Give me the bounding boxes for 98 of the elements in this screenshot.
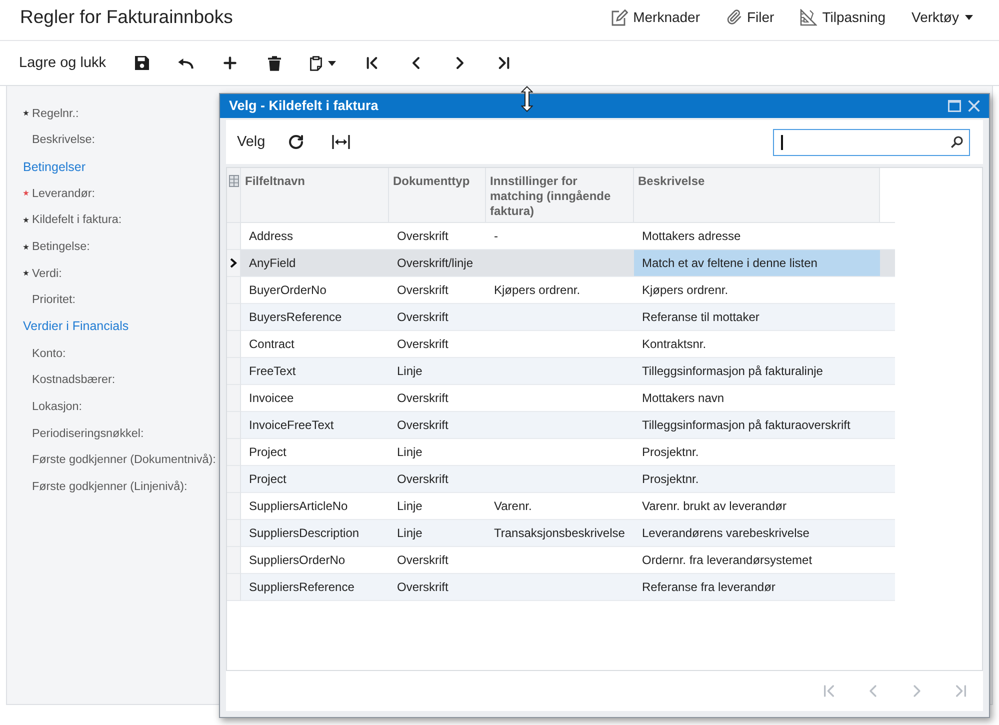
fit-width-icon: [332, 135, 350, 149]
table-cell-text: Mottakers navn: [641, 390, 726, 407]
table-cell-text: Prosjektnr.: [641, 444, 700, 461]
table-cell-text: SuppliersArticleNo: [248, 498, 349, 515]
table-cell-text: Tilleggsinformasjon på fakturalinje: [641, 363, 824, 380]
save-and-close-button[interactable]: Lagre og lukk: [19, 53, 106, 73]
table-cell-text: Overskrift: [396, 228, 450, 245]
section-header[interactable]: Betingelser: [23, 158, 86, 175]
field-label: Periodiseringsnøkkel:: [32, 426, 144, 440]
table-cell-text: Overskrift: [396, 417, 450, 434]
maximize-button[interactable]: [948, 100, 961, 112]
paperclip-icon: [726, 9, 742, 25]
table-cell-text: Project: [248, 471, 288, 488]
column-header[interactable]: Dokumenttyp: [389, 168, 486, 222]
table-cell-text: Varenr.: [493, 498, 533, 515]
table-cell-text: SuppliersDescription: [248, 525, 360, 542]
table-cell-text: Overskrift: [396, 579, 450, 596]
table-row[interactable]: AnyField Overskrift/linje Match et av feltene i denne listen: [241, 250, 895, 277]
table-cell-text: Ordernr. fra leverandørsystemet: [641, 552, 814, 569]
undo-arrow-icon: [178, 58, 194, 68]
table-cell-text: Referanse til mottaker: [641, 309, 760, 326]
plus-icon: [221, 54, 240, 72]
column-header[interactable]: Beskrivelse: [634, 168, 880, 222]
clipboard-icon: [310, 56, 322, 70]
grid-icon: [228, 175, 238, 187]
table-row[interactable]: SuppliersReference Overskrift Referanse fra leverandør: [241, 574, 895, 601]
field-label: Første godkjenner (Dokumentnivå):: [32, 452, 216, 468]
table-cell-text: Kontraktsnr.: [641, 336, 708, 353]
table-cell-text: Tilleggsinformasjon på fakturaoverskrift: [641, 417, 852, 434]
field-label: Prioritet:: [32, 292, 76, 308]
table-cell-text: Overskrift: [396, 390, 450, 407]
field-label: Lokasjon:: [32, 398, 82, 414]
customize-button[interactable]: Tilpasning: [800, 8, 886, 26]
field-label: Konto:: [32, 346, 66, 361]
field-label: Betingelse:: [32, 239, 90, 254]
refresh-icon: [288, 134, 304, 150]
table-cell-text: -: [493, 228, 499, 245]
table-cell: Match et av feltene i denne listen: [634, 250, 880, 276]
files-button[interactable]: Filer: [726, 8, 774, 26]
table-cell-text: Varenr. brukt av leverandør: [641, 498, 788, 515]
table-cell-text: Overskrift: [396, 471, 450, 488]
table-row[interactable]: SuppliersDescription Linje Transaksjonsbeskrivelse Leverandørens varebeskrivelse: [241, 520, 895, 547]
field-label: Første godkjenner (Linjenivå):: [32, 478, 188, 494]
table-cell-text: SuppliersReference: [248, 579, 356, 596]
table-cell-text: Linje: [396, 525, 424, 542]
table-cell-text: InvoiceFreeText: [248, 417, 335, 434]
field-label: Regelnr.:: [32, 106, 79, 121]
search-icon: [951, 136, 963, 148]
table-cell-text: BuyersReference: [248, 309, 343, 326]
table-cell-text: Invoicee: [248, 390, 295, 407]
maximize-icon: [948, 100, 961, 112]
close-button[interactable]: [968, 100, 980, 112]
table-cell-text: AnyField: [248, 255, 297, 272]
table-cell-text: Contract: [248, 336, 296, 353]
table-row[interactable]: BuyersReference Overskrift Referanse til mottaker: [241, 304, 895, 331]
field-label: Leverandør:: [32, 186, 96, 201]
table-cell-text: Overskrift: [396, 309, 450, 326]
table-cell-text: Overskrift: [396, 336, 450, 353]
tools-menu-button[interactable]: Verktøy: [912, 8, 973, 26]
table-cell-text: SuppliersOrderNo: [248, 552, 346, 569]
column-header[interactable]: Filfeltnavn: [241, 168, 389, 222]
table-cell-text: Overskrift: [396, 282, 450, 299]
note-pencil-icon: [611, 8, 628, 26]
table-row[interactable]: InvoiceFreeText Overskrift Tilleggsinformasjon på fakturaoverskrift: [241, 412, 895, 439]
table-row[interactable]: Project Overskrift Prosjektnr.: [241, 466, 895, 493]
search-field[interactable]: [773, 128, 970, 156]
close-icon: [968, 100, 980, 112]
table-cell-text: Prosjektnr.: [641, 471, 700, 488]
table-cell-text: Linje: [396, 363, 424, 380]
table-cell-text: Overskrift/linje: [396, 255, 474, 272]
section-header[interactable]: Verdier i Financials: [23, 318, 129, 334]
table-cell-text: Kjøpers ordrenr.: [641, 282, 730, 299]
table-cell-text: Linje: [396, 444, 424, 461]
table-cell-text: BuyerOrderNo: [248, 282, 328, 299]
table-cell-text: Overskrift: [396, 552, 450, 569]
caret-down-icon: [328, 60, 336, 66]
caret-down-icon: [965, 14, 973, 20]
dialog-title: Velg - Kildefelt i faktura: [229, 98, 378, 114]
notes-button[interactable]: Merknader: [611, 8, 700, 26]
column-settings-button[interactable]: [227, 168, 241, 222]
table-cell-text: Leverandørens varebeskrivelse: [641, 525, 810, 542]
table-cell-text: Transaksjonsbeskrivelse: [493, 525, 626, 542]
column-header[interactable]: Innstillinger for matching (inngående faktura): [486, 168, 634, 222]
table-cell-text: Mottakers adresse: [641, 228, 742, 245]
table-cell-text: FreeText: [248, 363, 297, 380]
field-label: Verdi:: [32, 266, 62, 281]
table-cell-text: Kjøpers ordrenr.: [493, 282, 582, 299]
table-cell-text: Project: [248, 444, 288, 461]
trash-icon: [268, 56, 281, 70]
page-title: Regler for Fakturainnboks: [20, 6, 233, 28]
table-cell-text: Linje: [396, 498, 424, 515]
table-cell-text: Address: [248, 228, 294, 245]
field-label: Kostnadsbærer:: [32, 372, 116, 388]
table-cell-text: Referanse fra leverandør: [641, 579, 776, 596]
field-label: Kildefelt i faktura:: [32, 212, 122, 228]
field-label: Beskrivelse:: [32, 132, 96, 148]
table-row[interactable]: FreeText Linje Tilleggsinformasjon på fakturalinje: [241, 358, 895, 385]
select-button[interactable]: Velg: [237, 132, 266, 152]
